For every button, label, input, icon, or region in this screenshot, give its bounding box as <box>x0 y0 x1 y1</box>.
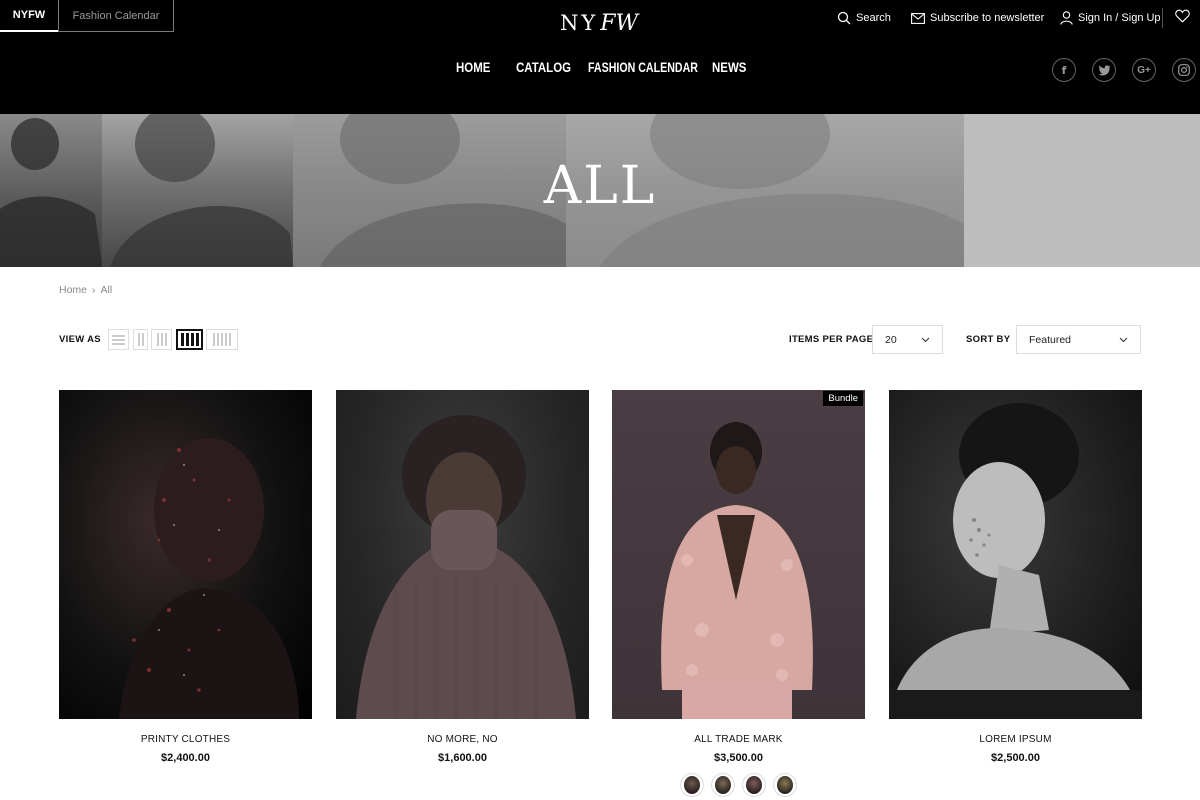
nav-home-label: HOME <box>456 59 491 75</box>
breadcrumb-separator: › <box>92 284 96 296</box>
view-grid-5-button[interactable] <box>206 329 238 350</box>
view-list-button[interactable] <box>108 329 129 350</box>
variant-swatch[interactable] <box>773 773 797 797</box>
product-card[interactable]: Bundle ALL TRADE MARK $3,500.00 <box>612 390 865 797</box>
page-title: ALL <box>543 156 657 216</box>
search-link[interactable]: Search <box>837 8 891 28</box>
user-icon <box>1060 11 1073 25</box>
items-per-page-value: 20 <box>885 333 897 346</box>
twitter-icon <box>1097 64 1110 75</box>
items-per-page-select[interactable]: 20 <box>872 325 943 354</box>
facebook-button[interactable]: f <box>1052 58 1076 82</box>
product-price: $1,600.00 <box>438 752 487 764</box>
logo-text-ny: NY <box>560 11 599 35</box>
product-card[interactable]: NO MORE, NO $1,600.00 <box>336 390 589 764</box>
sort-by-label: SORT BY <box>966 334 1011 345</box>
product-price: $2,400.00 <box>161 752 210 764</box>
site-logo[interactable]: NY FW <box>560 9 644 37</box>
top-tabs: NYFW Fashion Calendar <box>0 0 174 32</box>
breadcrumb-home[interactable]: Home <box>59 284 87 296</box>
product-photo-figure <box>889 403 1142 719</box>
product-price: $3,500.00 <box>714 752 763 764</box>
category-banner: ALL <box>0 114 1200 267</box>
heart-icon <box>1175 9 1190 23</box>
utility-divider <box>1162 8 1163 28</box>
product-photo-figure <box>356 415 576 719</box>
logo-text-fw: FW <box>600 10 639 36</box>
breadcrumb-current: All <box>100 284 113 296</box>
view-grid-3-button[interactable] <box>151 329 172 350</box>
search-icon <box>837 11 851 25</box>
nav-home[interactable]: HOME <box>456 59 498 79</box>
view-grid-4-button[interactable] <box>176 329 203 350</box>
variant-swatch[interactable] <box>680 773 704 797</box>
product-name[interactable]: NO MORE, NO <box>336 734 589 745</box>
tab-fashion-calendar[interactable]: Fashion Calendar <box>58 0 174 32</box>
product-name[interactable]: PRINTY CLOTHES <box>59 734 312 745</box>
nav-fashion-calendar-label: FASHION CALENDAR <box>588 59 698 75</box>
breadcrumb: Home › All <box>59 284 112 296</box>
chevron-down-icon <box>921 337 930 342</box>
tab-nyfw[interactable]: NYFW <box>0 0 58 32</box>
signin-link[interactable]: Sign In / Sign Up <box>1060 8 1161 28</box>
site-header: NYFW Fashion Calendar NY FW Search Subscr… <box>0 0 1200 114</box>
nav-news[interactable]: NEWS <box>712 59 754 79</box>
product-card[interactable]: LOREM IPSUM $2,500.00 <box>889 390 1142 764</box>
product-image[interactable]: Bundle <box>612 390 865 719</box>
search-label: Search <box>856 12 891 24</box>
instagram-icon <box>1178 64 1190 76</box>
nav-catalog-label: CATALOG <box>516 59 572 75</box>
signin-label: Sign In / Sign Up <box>1078 12 1161 24</box>
product-photo-figure <box>661 422 813 719</box>
nav-fashion-calendar[interactable]: FASHION CALENDAR <box>588 59 733 79</box>
subscribe-label: Subscribe to newsletter <box>930 12 1045 24</box>
sort-by-select[interactable]: Featured <box>1016 325 1141 354</box>
subscribe-link[interactable]: Subscribe to newsletter <box>911 8 1044 28</box>
items-per-page-label: ITEMS PER PAGE <box>789 334 874 345</box>
bundle-badge: Bundle <box>823 391 863 406</box>
product-photo-figure <box>119 438 299 719</box>
variant-swatch[interactable] <box>742 773 766 797</box>
product-price: $2,500.00 <box>991 752 1040 764</box>
nav-catalog[interactable]: CATALOG <box>516 59 583 79</box>
product-image[interactable] <box>889 390 1142 719</box>
instagram-button[interactable] <box>1172 58 1196 82</box>
product-image[interactable] <box>336 390 589 719</box>
product-name[interactable]: ALL TRADE MARK <box>612 734 865 745</box>
view-as-label: VIEW AS <box>59 334 101 345</box>
variant-swatch[interactable] <box>711 773 735 797</box>
view-grid-2-button[interactable] <box>133 329 148 350</box>
envelope-icon <box>911 12 925 24</box>
product-name[interactable]: LOREM IPSUM <box>889 734 1142 745</box>
product-card[interactable]: PRINTY CLOTHES $2,400.00 <box>59 390 312 764</box>
nav-news-label: NEWS <box>712 59 747 75</box>
variant-swatches <box>612 773 865 797</box>
google-plus-icon: G+ <box>1137 64 1151 76</box>
google-plus-button[interactable]: G+ <box>1132 58 1156 82</box>
chevron-down-icon <box>1119 337 1128 342</box>
sort-by-value: Featured <box>1029 333 1072 346</box>
product-image[interactable] <box>59 390 312 719</box>
facebook-icon: f <box>1061 63 1067 77</box>
wishlist-button[interactable] <box>1175 9 1190 28</box>
twitter-button[interactable] <box>1092 58 1116 82</box>
